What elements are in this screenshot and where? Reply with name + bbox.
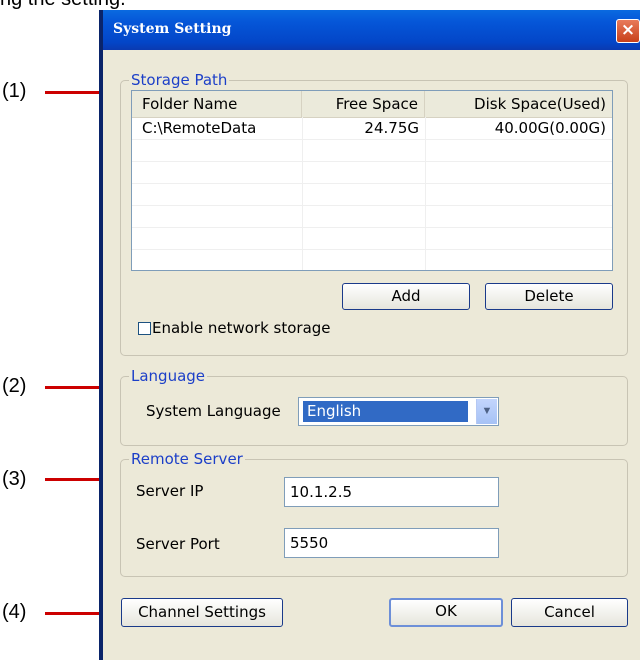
system-language-label: System Language (146, 402, 281, 420)
server-port-label: Server Port (136, 535, 220, 553)
selected-language: English (303, 401, 468, 422)
remote-server-label: Remote Server (129, 450, 245, 468)
callout-3: (3) (2, 468, 27, 490)
chevron-down-icon[interactable]: ▼ (476, 399, 497, 424)
window-title: System Setting (113, 21, 232, 37)
storage-path-label: Storage Path (129, 71, 230, 89)
system-language-select[interactable]: English ▼ (298, 397, 499, 426)
table-row-empty (132, 184, 612, 206)
col-disk-space[interactable]: Disk Space(Used) (425, 91, 612, 117)
ok-button[interactable]: OK (389, 598, 503, 627)
callout-4: (4) (2, 601, 27, 623)
add-button[interactable]: Add (342, 283, 470, 310)
folder-name-cell: C:\RemoteData (142, 119, 257, 137)
storage-table-header: Folder Name Free Space Disk Space(Used) (132, 91, 612, 118)
enable-network-storage-label[interactable]: Enable network storage (152, 319, 331, 337)
table-row-empty (132, 206, 612, 228)
server-ip-input[interactable]: 10.1.2.5 (284, 477, 499, 507)
table-row-empty (132, 228, 612, 250)
callout-2: (2) (2, 375, 27, 397)
free-space-cell: 24.75G (364, 119, 419, 137)
close-icon[interactable]: × (616, 19, 640, 43)
cancel-button[interactable]: Cancel (511, 598, 628, 627)
language-label: Language (129, 367, 208, 385)
storage-table[interactable]: Folder Name Free Space Disk Space(Used) … (131, 90, 613, 271)
col-folder-name[interactable]: Folder Name (132, 91, 302, 117)
table-row-empty (132, 162, 612, 184)
server-port-input[interactable]: 5550 (284, 528, 499, 558)
title-bar[interactable]: System Setting × (103, 10, 640, 50)
disk-space-cell: 40.00G(0.00G) (494, 119, 606, 137)
table-row[interactable]: C:\RemoteData 24.75G 40.00G(0.00G) (132, 118, 612, 140)
table-row-empty (132, 250, 612, 270)
channel-settings-button[interactable]: Channel Settings (121, 598, 283, 627)
col-free-space[interactable]: Free Space (302, 91, 425, 117)
server-ip-label: Server IP (136, 482, 204, 500)
table-row-empty (132, 140, 612, 162)
enable-network-storage-checkbox[interactable] (138, 322, 151, 335)
callout-1: (1) (2, 80, 27, 102)
delete-button[interactable]: Delete (485, 283, 613, 310)
